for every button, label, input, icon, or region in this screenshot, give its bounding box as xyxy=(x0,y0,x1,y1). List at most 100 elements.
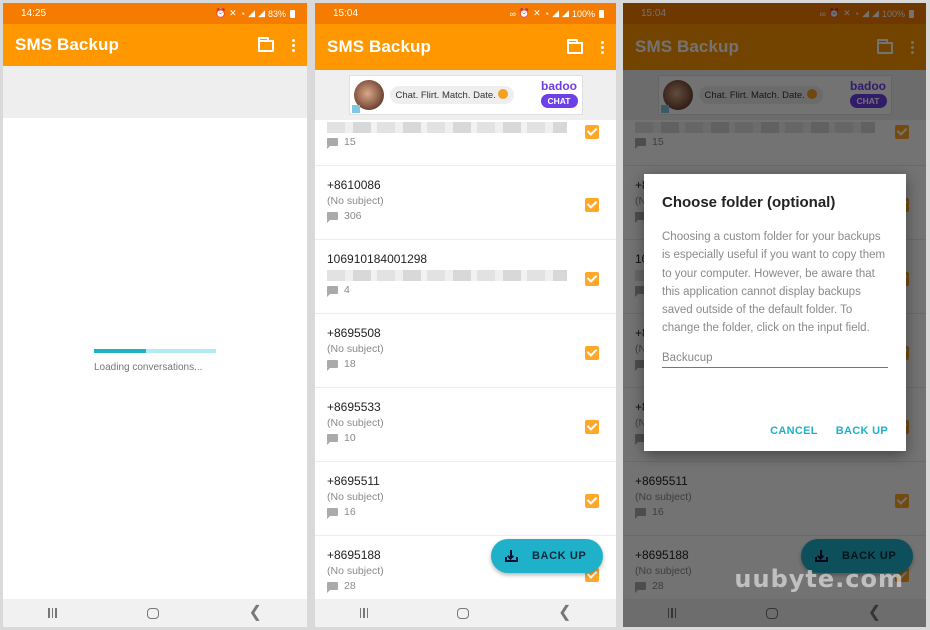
ad-cta-button[interactable]: CHAT xyxy=(540,94,578,108)
battery-icon xyxy=(290,9,295,18)
message-count: 28 xyxy=(327,580,604,593)
home-icon[interactable] xyxy=(457,607,470,619)
ad-text: Chat. Flirt. Match. Date. xyxy=(389,86,514,104)
ad[interactable]: Chat. Flirt. Match. Date. badoo CHAT xyxy=(348,75,583,115)
app-title: SMS Backup xyxy=(327,37,431,56)
recents-icon[interactable] xyxy=(48,608,57,618)
conversation-subject: (No subject) xyxy=(327,195,384,207)
ad-choices-icon[interactable] xyxy=(351,105,360,113)
select-checkbox[interactable] xyxy=(585,125,599,139)
conversation-list[interactable]: 15 +8610086 (No subject) 306 106910184001298… xyxy=(315,122,616,610)
progress-bar xyxy=(94,349,216,353)
back-icon[interactable]: ❮ xyxy=(249,605,262,621)
message-icon xyxy=(327,138,338,149)
screen-conversations: 15:04 ∞ ⏰ ✕ ◔ ◢ ◢ 100% SMS Backup Chat. … xyxy=(315,3,616,627)
mute-icon: ✕ xyxy=(229,8,237,18)
wifi-icon: ◔ xyxy=(543,8,550,19)
message-count-value: 10 xyxy=(344,432,356,444)
conversation-item[interactable]: +8695508 (No subject) 18 xyxy=(315,314,616,388)
ad-logo: badoo xyxy=(541,79,577,93)
message-count-value: 16 xyxy=(344,506,356,518)
conversation-number: 106910184001298 xyxy=(327,252,428,266)
backup-fab[interactable]: BACK UP xyxy=(491,539,603,573)
status-bar: 15:04 ∞ ⏰ ✕ ◔ ◢ ◢ 100% xyxy=(315,3,616,24)
signal-icon: ◢ xyxy=(248,8,256,18)
recents-icon[interactable] xyxy=(359,608,369,618)
message-count-value: 306 xyxy=(344,210,362,222)
message-count: 18 xyxy=(327,358,604,371)
battery-percent: 100% xyxy=(571,8,595,19)
dialog-message: Choosing a custom folder for your backup… xyxy=(662,231,886,335)
loading-indicator: Loading conversations... xyxy=(94,349,216,373)
status-icons: ∞ ⏰ ✕ ◔ ◢ ◢ 100% xyxy=(509,8,604,19)
back-icon[interactable]: ❮ xyxy=(558,605,571,621)
nav-bar: ❮ xyxy=(315,599,616,627)
signal-icon: ◢ xyxy=(562,8,569,18)
conversation-item[interactable]: 15 xyxy=(315,122,616,166)
folder-input[interactable]: Backucup xyxy=(662,352,888,368)
signal-icon: ◢ xyxy=(552,8,560,18)
backup-fab-label: BACK UP xyxy=(532,550,587,562)
link-icon: ∞ xyxy=(509,8,516,19)
message-count-value: 18 xyxy=(344,358,356,370)
conversation-subject: (No subject) xyxy=(327,417,384,429)
conversation-item[interactable]: +8695533 (No subject) 10 xyxy=(315,388,616,462)
app-bar: SMS Backup xyxy=(3,24,307,66)
message-count-value: 28 xyxy=(344,580,356,592)
message-count: 4 xyxy=(327,284,604,297)
download-icon xyxy=(505,550,518,562)
screen-loading: 14:25 ⏰ ✕ ◔ ◢ ◢ 83% SMS Backup Loading c… xyxy=(3,3,307,627)
conversation-subject: (No subject) xyxy=(327,491,384,503)
ad-banner[interactable]: Chat. Flirt. Match. Date. badoo CHAT xyxy=(315,70,616,120)
message-count: 16 xyxy=(327,506,604,519)
alarm-icon: ⏰ xyxy=(518,8,531,18)
select-checkbox[interactable] xyxy=(585,272,599,286)
backup-button[interactable]: BACK UP xyxy=(836,425,888,437)
nav-bar: ❮ xyxy=(3,599,307,627)
mute-icon: ✕ xyxy=(533,8,541,18)
folder-icon[interactable] xyxy=(258,37,274,52)
select-checkbox[interactable] xyxy=(585,420,599,434)
message-count: 15 xyxy=(327,136,604,149)
message-icon xyxy=(327,360,338,371)
conversation-number: +8695508 xyxy=(327,326,381,340)
more-vert-icon[interactable] xyxy=(601,40,604,54)
conversation-item[interactable]: 106910184001298 4 xyxy=(315,240,616,314)
status-time: 15:04 xyxy=(333,8,359,19)
conversation-item[interactable]: +8695511 (No subject) 16 xyxy=(315,462,616,536)
ad-placeholder xyxy=(3,66,307,118)
status-icons: ⏰ ✕ ◔ ◢ ◢ 83% xyxy=(215,8,295,19)
folder-icon[interactable] xyxy=(567,39,583,54)
loading-text: Loading conversations... xyxy=(94,362,203,373)
select-checkbox[interactable] xyxy=(585,346,599,360)
app-title: SMS Backup xyxy=(15,35,119,54)
more-vert-icon[interactable] xyxy=(292,38,295,52)
battery-percent: 83% xyxy=(267,8,286,19)
message-count-value: 15 xyxy=(344,136,356,148)
conversation-number: +8610086 xyxy=(327,178,381,192)
message-icon xyxy=(327,508,338,519)
cancel-button[interactable]: CANCEL xyxy=(770,425,818,437)
home-icon[interactable] xyxy=(146,607,159,619)
message-icon xyxy=(327,286,338,297)
battery-icon xyxy=(599,9,604,18)
redacted-text xyxy=(327,270,567,281)
status-bar: 14:25 ⏰ ✕ ◔ ◢ ◢ 83% xyxy=(3,3,307,24)
app-bar: SMS Backup xyxy=(315,24,616,70)
alarm-icon: ⏰ xyxy=(214,8,227,18)
dialog-title: Choose folder (optional) xyxy=(662,194,836,211)
conversation-item[interactable]: +8610086 (No subject) 306 xyxy=(315,166,616,240)
status-time: 14:25 xyxy=(21,8,47,19)
signal-icon: ◢ xyxy=(258,8,265,18)
choose-folder-dialog: Choose folder (optional) Choosing a cust… xyxy=(644,174,906,451)
select-checkbox[interactable] xyxy=(585,198,599,212)
conversation-subject: (No subject) xyxy=(327,343,384,355)
screen-choose-folder: 15:04 ∞ ⏰ ✕ ◔ ◢ ◢ 100% SMS Backup Chat. … xyxy=(623,3,926,627)
watermark: uubyte.com xyxy=(734,565,904,593)
select-checkbox[interactable] xyxy=(585,494,599,508)
message-icon xyxy=(327,434,338,445)
conversation-number: +8695533 xyxy=(327,400,381,414)
redacted-text xyxy=(327,122,567,133)
progress-fill xyxy=(94,349,147,353)
wifi-icon: ◔ xyxy=(239,8,246,19)
